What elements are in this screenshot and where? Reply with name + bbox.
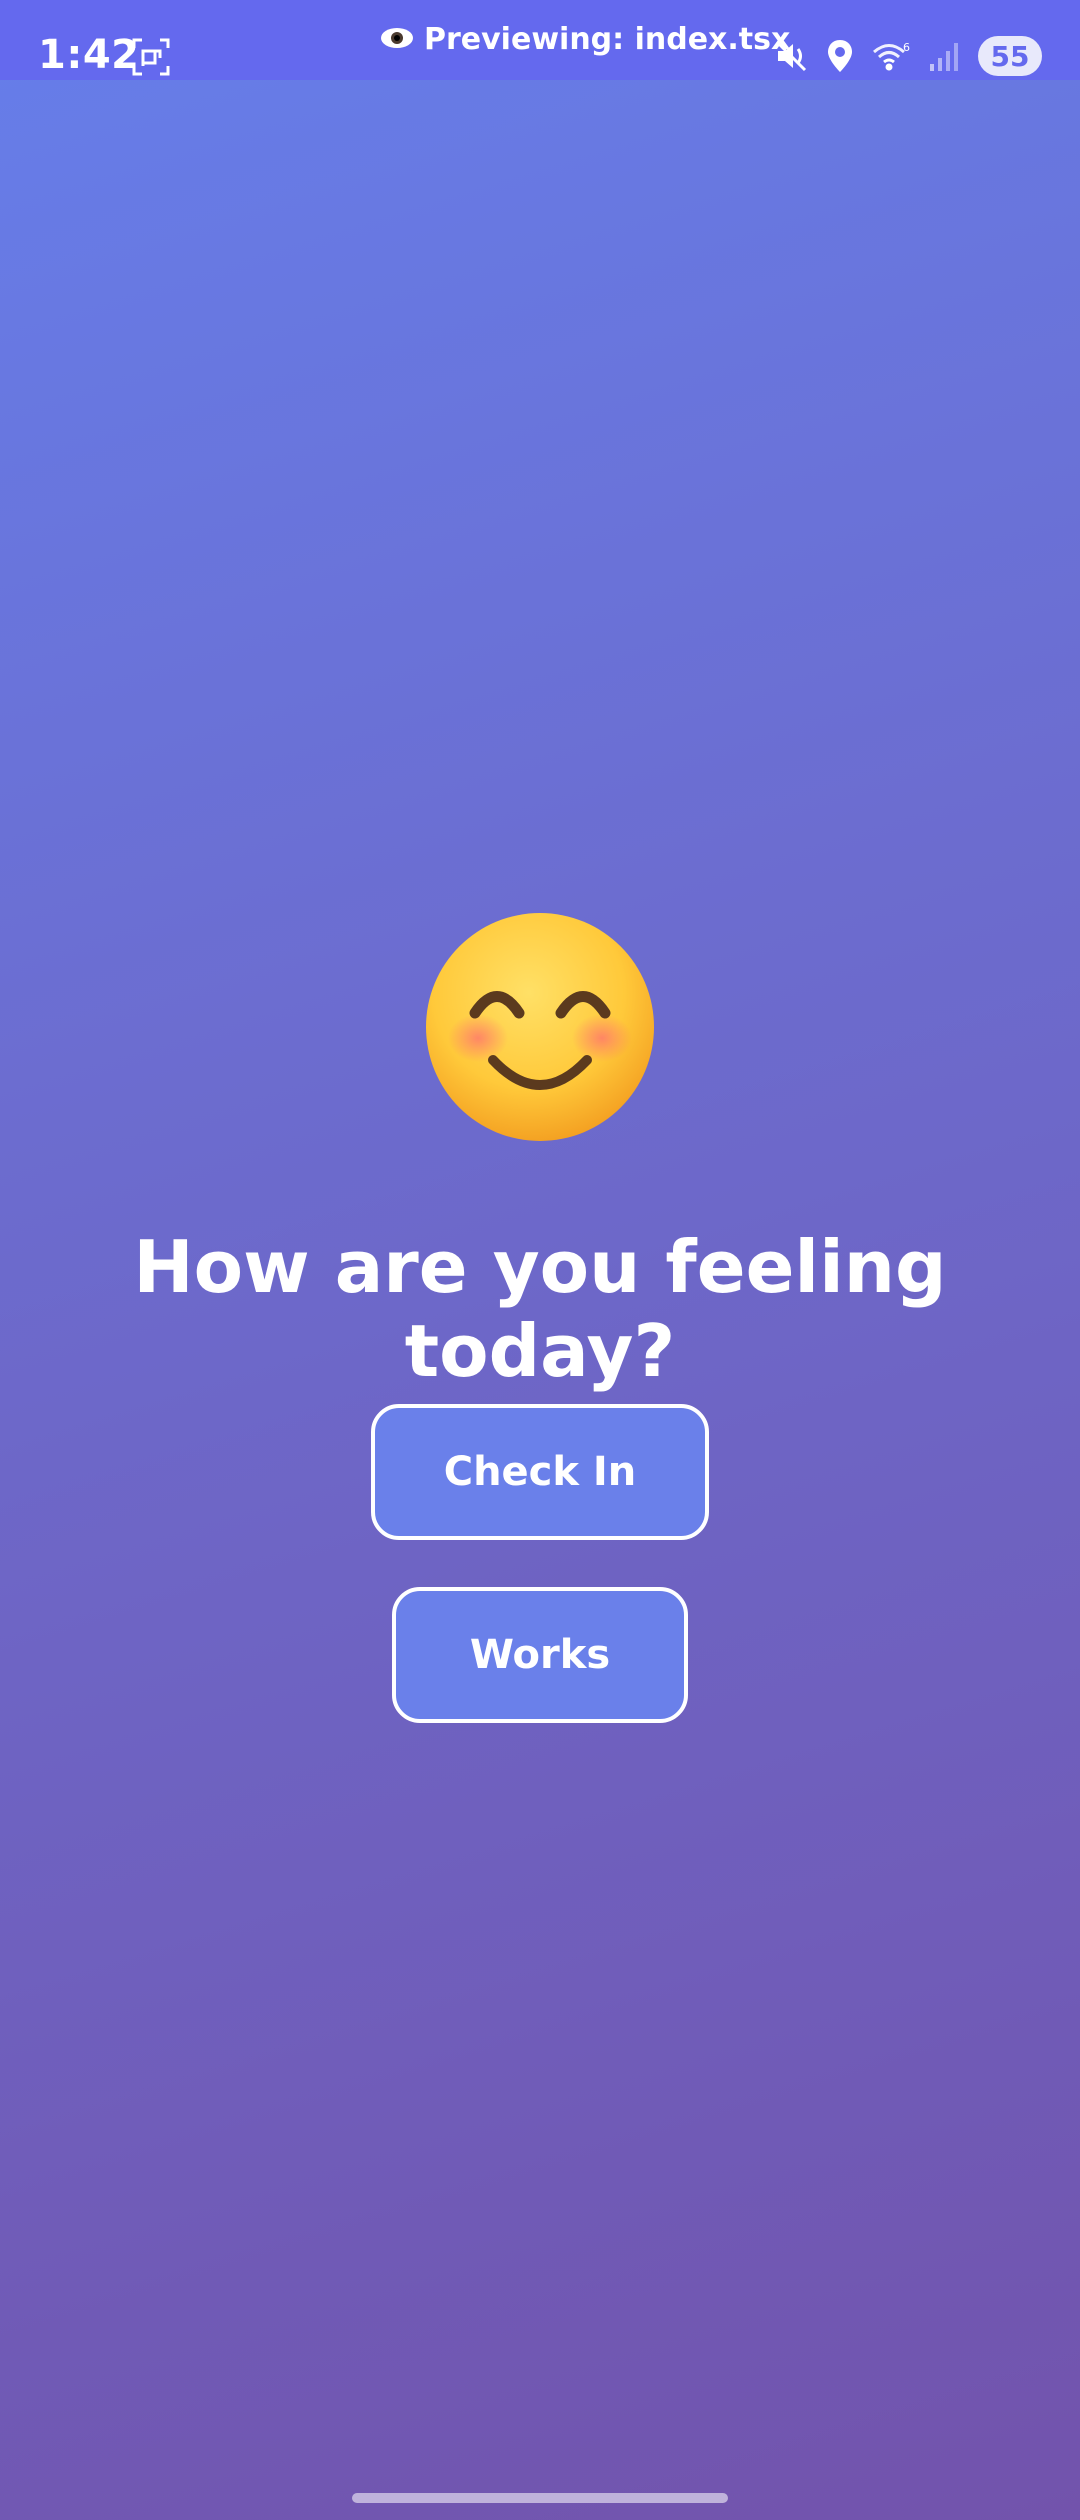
location-icon	[826, 39, 854, 73]
battery-indicator: 55	[978, 36, 1042, 76]
page-title: How are you feeling today?	[133, 1225, 947, 1393]
works-button[interactable]: Works	[392, 1587, 688, 1723]
mute-icon	[774, 39, 808, 73]
check-in-button[interactable]: Check In	[371, 1404, 709, 1540]
svg-text:6: 6	[903, 41, 910, 54]
status-icons: 6 55	[774, 36, 1042, 76]
smiling-face-icon	[423, 910, 657, 1144]
wifi-icon: 6	[872, 41, 910, 71]
status-time: 1:42	[38, 32, 140, 78]
eye-icon	[380, 22, 414, 57]
screenshot-icon	[132, 38, 170, 76]
preview-text: Previewing: index.tsx	[424, 22, 791, 57]
signal-icon	[928, 40, 960, 72]
app-screen: 1:42 Previewing: index.tsx 6 55 How are …	[0, 0, 1080, 2520]
home-indicator[interactable]	[352, 2493, 728, 2503]
preview-indicator: Previewing: index.tsx	[380, 22, 790, 57]
status-bar: 1:42 Previewing: index.tsx 6 55	[0, 0, 1080, 80]
